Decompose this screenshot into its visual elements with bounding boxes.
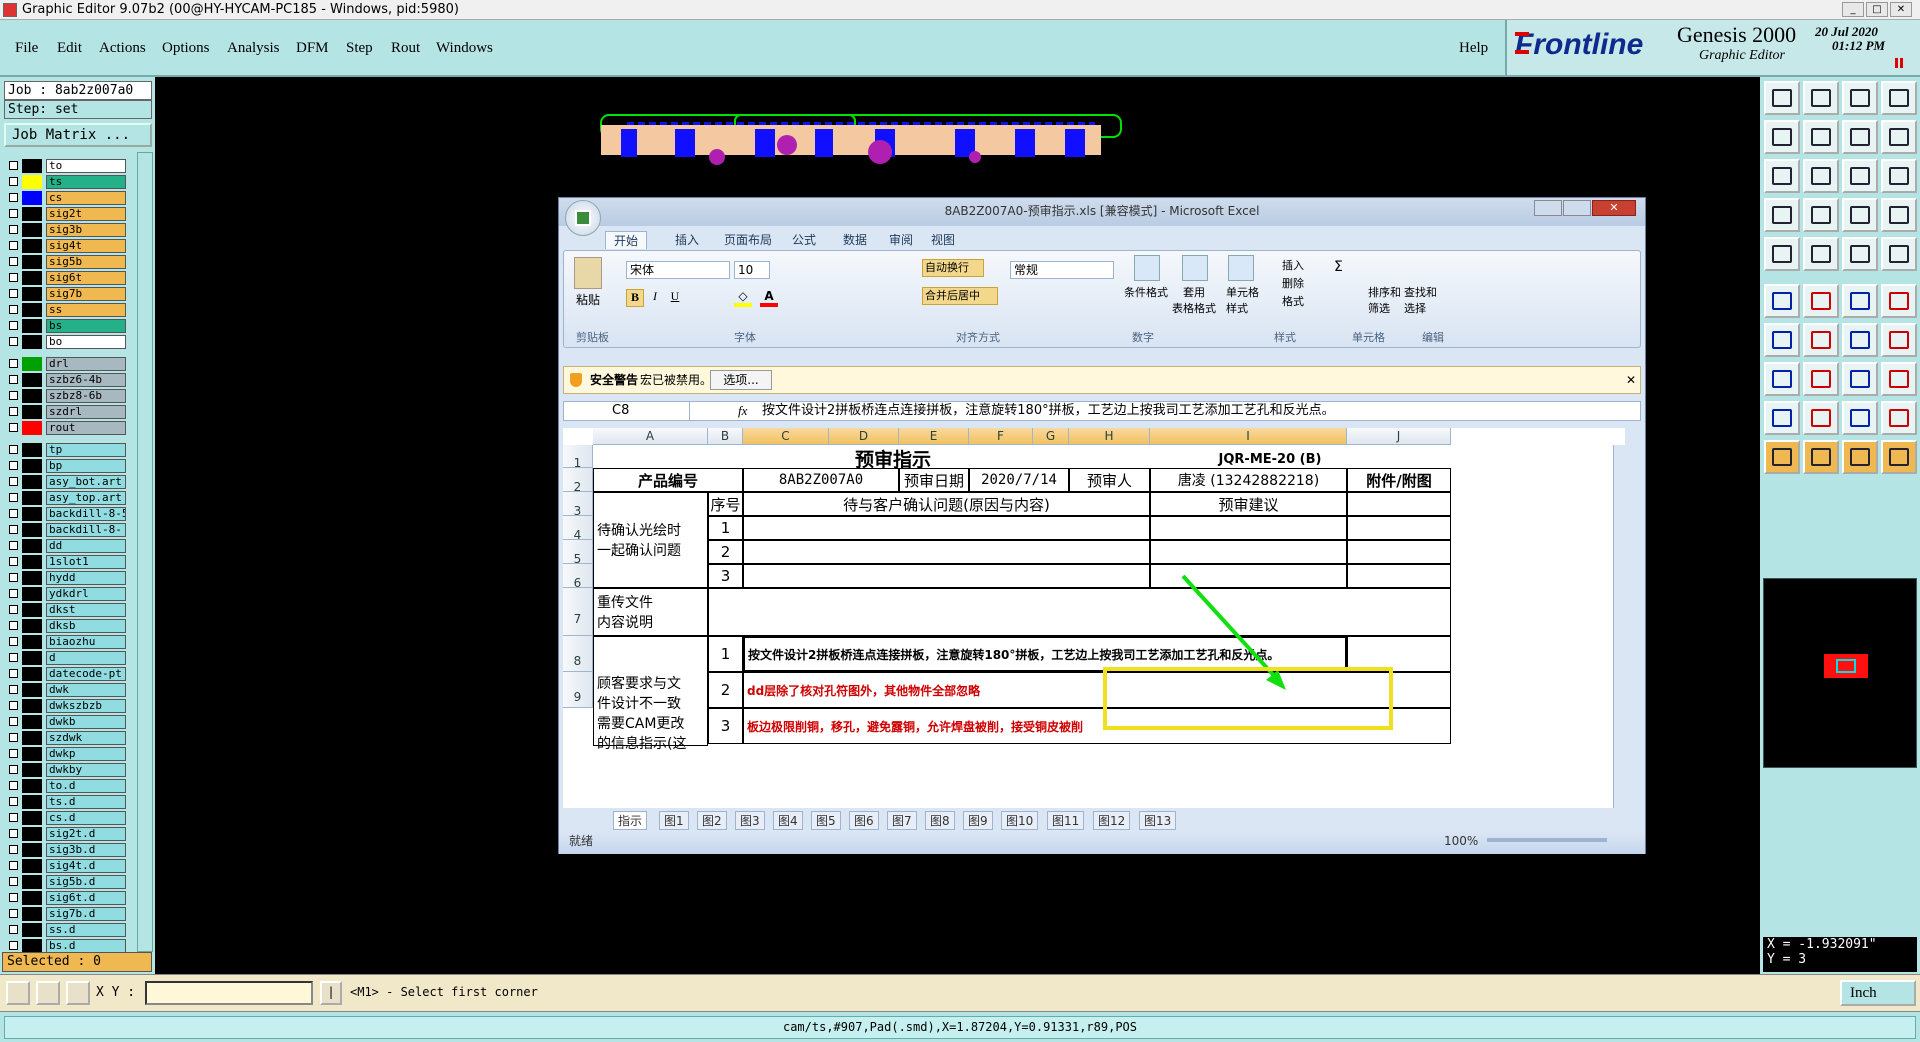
- annotation-overlay: [1103, 574, 1393, 730]
- annotation-arrow: [1181, 574, 1280, 682]
- annotation-highlight-box: [1103, 667, 1393, 730]
